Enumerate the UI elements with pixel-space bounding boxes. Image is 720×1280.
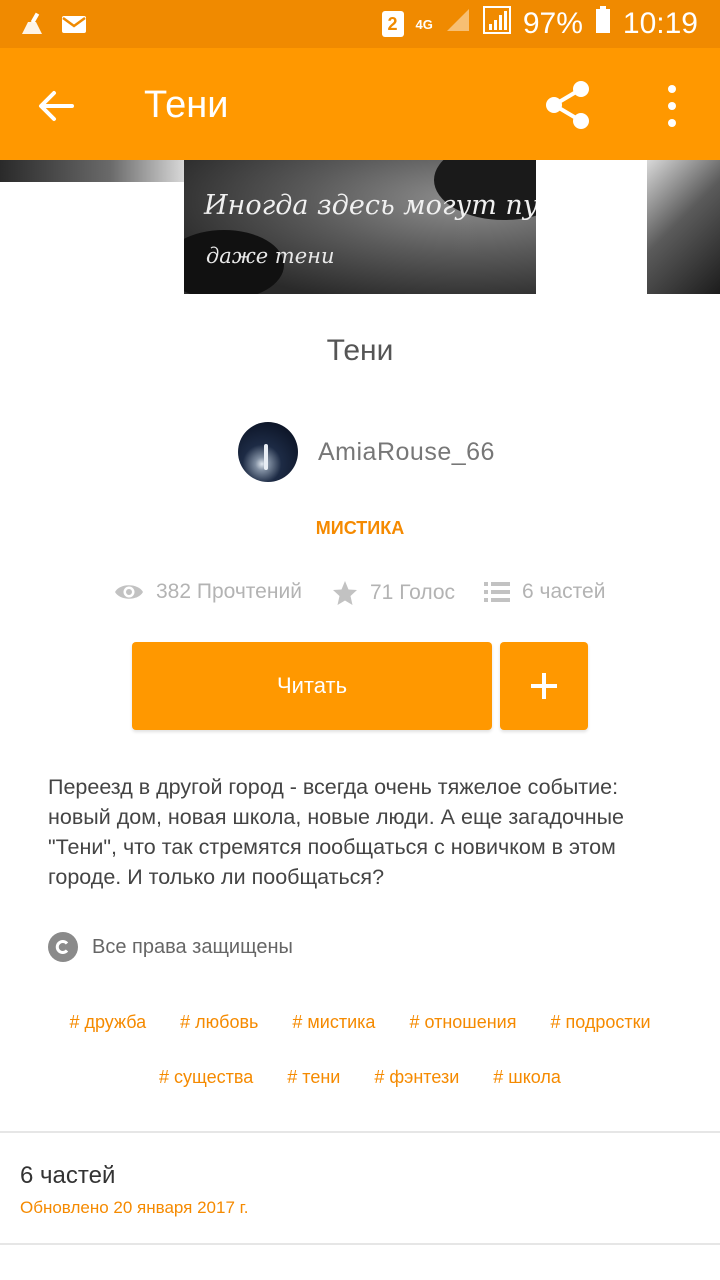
parts-stat: 6 частей (484, 580, 605, 604)
dot-icon (668, 119, 676, 127)
battery-icon (595, 6, 611, 42)
battery-percent: 97% (522, 7, 583, 40)
tag[interactable]: # любовь (180, 1012, 258, 1033)
parts-section-title[interactable]: 6 частей (20, 1162, 115, 1190)
author-name: AmiaRouse_66 (318, 437, 495, 466)
more-options-button[interactable] (650, 78, 694, 134)
story-cover[interactable]: Иногда здесь могут пугать даже тени (184, 160, 536, 294)
signal-empty-icon (445, 7, 471, 41)
star-icon (333, 581, 357, 605)
back-arrow-icon (39, 91, 74, 121)
author-link[interactable]: AmiaRouse_66 (238, 422, 495, 482)
copyright-text: Все права защищены (92, 935, 293, 958)
share-button[interactable] (540, 76, 598, 134)
cover-carousel[interactable]: Иногда здесь могут пугать даже тени (0, 160, 720, 294)
tag[interactable]: # существа (159, 1067, 253, 1088)
share-icon (546, 81, 589, 129)
next-cover[interactable] (647, 160, 720, 294)
tag[interactable]: # мистика (292, 1012, 375, 1033)
parts-updated-date: Обновлено 20 января 2017 г. (20, 1198, 249, 1217)
sim-badge-icon: 2 (381, 11, 404, 37)
add-to-library-button[interactable] (500, 642, 588, 730)
divider (0, 1131, 720, 1133)
cover-text-line2: даже тени (206, 244, 335, 268)
clock: 10:19 (622, 7, 698, 40)
app-bar-title: Тени (144, 84, 229, 126)
copyright-notice: Все права защищены (48, 932, 293, 962)
status-bar: 2 4G 97% 10:19 (0, 0, 720, 48)
parts-count: 6 частей (522, 580, 606, 603)
plus-icon (531, 673, 557, 699)
list-icon (484, 582, 510, 602)
tags-row-2: # существа # тени # фэнтези # школа (0, 1067, 720, 1088)
tag[interactable]: # отношения (409, 1012, 516, 1033)
tag[interactable]: # фэнтези (374, 1067, 459, 1088)
back-button[interactable] (30, 80, 82, 132)
previous-cover[interactable] (0, 160, 184, 182)
mail-icon (60, 10, 88, 43)
dot-icon (668, 102, 676, 110)
reads-stat: 382 Прочтений (114, 580, 302, 604)
tag[interactable]: # дружба (69, 1012, 146, 1033)
story-description: Переезд в другой город - всегда очень тя… (48, 775, 624, 889)
read-button[interactable]: Читать (132, 642, 492, 730)
tag[interactable]: # тени (287, 1067, 340, 1088)
tags-row-1: # дружба # любовь # мистика # отношения … (0, 1012, 720, 1033)
cover-text-line1: Иногда здесь могут пугать (204, 190, 536, 221)
story-stats: 382 Прочтений 71 Голос 6 частей (0, 580, 720, 612)
copyright-icon (48, 932, 78, 962)
votes-stat: 71 Голос (332, 580, 455, 606)
cleaner-icon (18, 10, 46, 43)
genre-link[interactable]: МИСТИКА (0, 518, 720, 539)
author-avatar (238, 422, 298, 482)
votes-count: 71 Голос (370, 581, 456, 604)
eye-icon (115, 585, 143, 599)
network-type: 4G (415, 16, 433, 32)
divider (0, 1243, 720, 1245)
dot-icon (668, 85, 676, 93)
tag[interactable]: # школа (493, 1067, 561, 1088)
signal-icon (482, 6, 511, 42)
app-bar: Тени (0, 48, 720, 160)
tag[interactable]: # подростки (550, 1012, 650, 1033)
reads-count: 382 Прочтений (156, 580, 302, 603)
story-title: Тени (326, 334, 394, 367)
